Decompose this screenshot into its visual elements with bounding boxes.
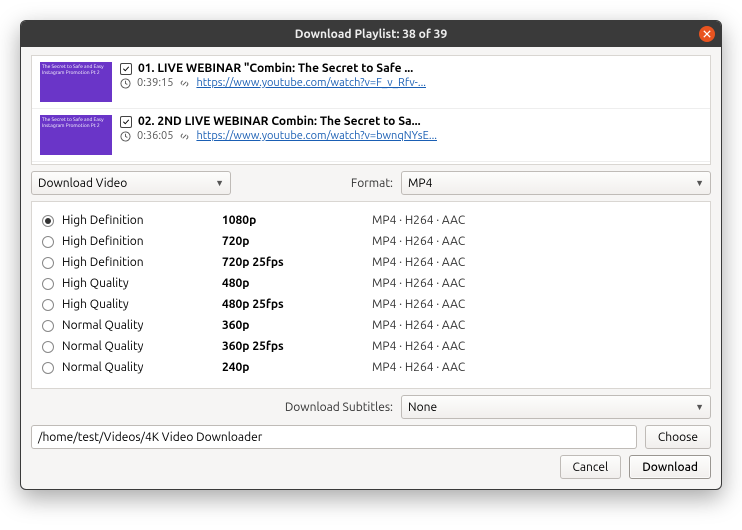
quality-codec: MP4 · H264 · AAC bbox=[372, 319, 700, 332]
subtitles-label: Download Subtitles: bbox=[285, 401, 393, 414]
subtitles-row: Download Subtitles: None ▼ bbox=[31, 395, 711, 419]
radio-icon bbox=[42, 278, 54, 290]
close-icon bbox=[703, 28, 711, 41]
format-select[interactable]: MP4 ▼ bbox=[401, 171, 711, 195]
quality-label: Normal Quality bbox=[62, 361, 143, 374]
choose-button[interactable]: Choose bbox=[645, 425, 711, 449]
destination-row: /home/test/Videos/4K Video Downloader Ch… bbox=[31, 425, 711, 449]
quality-resolution: 1080p bbox=[222, 214, 372, 227]
quality-radio[interactable]: High Definition bbox=[42, 235, 222, 248]
quality-label: High Definition bbox=[62, 214, 144, 227]
window-title: Download Playlist: 38 of 39 bbox=[295, 28, 447, 41]
video-list[interactable]: The Secret to Safe and Easy Instagram Pr… bbox=[31, 55, 711, 165]
video-title: 01. LIVE WEBINAR "Combin: The Secret to … bbox=[138, 62, 413, 75]
quality-radio[interactable]: High Definition bbox=[42, 256, 222, 269]
quality-codec: MP4 · H264 · AAC bbox=[372, 235, 700, 248]
link-icon bbox=[179, 131, 190, 142]
video-title: 02. 2ND LIVE WEBINAR Combin: The Secret … bbox=[138, 115, 421, 128]
video-thumbnail: The Secret to Safe and Easy Instagram Pr… bbox=[40, 115, 112, 155]
choose-button-label: Choose bbox=[658, 431, 698, 444]
link-icon bbox=[179, 78, 190, 89]
quality-option[interactable]: High Definition 720pMP4 · H264 · AAC bbox=[42, 231, 700, 252]
action-format-row: Download Video ▼ Format: MP4 ▼ bbox=[31, 171, 711, 195]
quality-label: High Definition bbox=[62, 235, 144, 248]
quality-label: Normal Quality bbox=[62, 319, 143, 332]
quality-radio[interactable]: High Quality bbox=[42, 298, 222, 311]
quality-codec: MP4 · H264 · AAC bbox=[372, 256, 700, 269]
radio-icon bbox=[42, 362, 54, 374]
video-meta: ✓ 01. LIVE WEBINAR "Combin: The Secret to… bbox=[120, 62, 702, 89]
video-checkbox[interactable]: ✓ bbox=[120, 116, 132, 128]
dialog-body: The Secret to Safe and Easy Instagram Pr… bbox=[21, 47, 721, 489]
clock-icon bbox=[120, 78, 131, 89]
cancel-button-label: Cancel bbox=[573, 461, 609, 474]
quality-label: High Quality bbox=[62, 277, 129, 290]
video-url[interactable]: https://www.youtube.com/watch?v=bwnqNYsE… bbox=[196, 130, 437, 142]
video-thumbnail: The Secret to Safe and Easy Instagram Pr… bbox=[40, 62, 112, 102]
video-checkbox[interactable]: ✓ bbox=[120, 63, 132, 75]
chevron-down-icon: ▼ bbox=[695, 178, 704, 188]
video-duration: 0:39:15 bbox=[137, 77, 173, 89]
chevron-down-icon: ▼ bbox=[695, 402, 704, 412]
quality-label: High Quality bbox=[62, 298, 129, 311]
quality-codec: MP4 · H264 · AAC bbox=[372, 361, 700, 374]
quality-resolution: 240p bbox=[222, 361, 372, 374]
quality-label: High Definition bbox=[62, 256, 144, 269]
quality-option[interactable]: Normal Quality 360p 25fpsMP4 · H264 · AAC bbox=[42, 336, 700, 357]
video-item[interactable]: The Secret to Safe and Easy Instagram Pr… bbox=[32, 109, 710, 162]
quality-option[interactable]: High Definition 1080pMP4 · H264 · AAC bbox=[42, 210, 700, 231]
quality-radio[interactable]: Normal Quality bbox=[42, 361, 222, 374]
radio-icon bbox=[42, 215, 54, 227]
quality-radio[interactable]: Normal Quality bbox=[42, 340, 222, 353]
chevron-down-icon: ▼ bbox=[215, 178, 224, 188]
destination-path-input[interactable]: /home/test/Videos/4K Video Downloader bbox=[31, 425, 637, 449]
quality-option[interactable]: High Quality 480p 25fpsMP4 · H264 · AAC bbox=[42, 294, 700, 315]
video-duration: 0:36:05 bbox=[137, 130, 173, 142]
quality-radio[interactable]: High Quality bbox=[42, 277, 222, 290]
quality-resolution: 360p 25fps bbox=[222, 340, 372, 353]
quality-label: Normal Quality bbox=[62, 340, 143, 353]
download-button-label: Download bbox=[642, 461, 698, 474]
quality-codec: MP4 · H264 · AAC bbox=[372, 298, 700, 311]
quality-codec: MP4 · H264 · AAC bbox=[372, 340, 700, 353]
format-select-value: MP4 bbox=[408, 177, 432, 190]
quality-resolution: 720p 25fps bbox=[222, 256, 372, 269]
radio-icon bbox=[42, 236, 54, 248]
quality-resolution: 480p bbox=[222, 277, 372, 290]
clock-icon bbox=[120, 131, 131, 142]
destination-path-value: /home/test/Videos/4K Video Downloader bbox=[38, 431, 262, 444]
quality-option[interactable]: High Quality 480pMP4 · H264 · AAC bbox=[42, 273, 700, 294]
quality-resolution: 480p 25fps bbox=[222, 298, 372, 311]
radio-icon bbox=[42, 299, 54, 311]
footer-row: Cancel Download bbox=[31, 455, 711, 479]
titlebar: Download Playlist: 38 of 39 bbox=[21, 21, 721, 47]
video-item[interactable]: The Secret to Safe and Easy Instagram Pr… bbox=[32, 56, 710, 109]
quality-codec: MP4 · H264 · AAC bbox=[372, 214, 700, 227]
quality-option[interactable]: Normal Quality 240pMP4 · H264 · AAC bbox=[42, 357, 700, 378]
radio-icon bbox=[42, 341, 54, 353]
subtitles-select[interactable]: None ▼ bbox=[401, 395, 711, 419]
subtitles-select-value: None bbox=[408, 401, 437, 414]
video-meta: ✓ 02. 2ND LIVE WEBINAR Combin: The Secret… bbox=[120, 115, 702, 142]
download-button[interactable]: Download bbox=[629, 455, 711, 479]
quality-resolution: 360p bbox=[222, 319, 372, 332]
quality-option[interactable]: Normal Quality 360pMP4 · H264 · AAC bbox=[42, 315, 700, 336]
action-select-value: Download Video bbox=[38, 177, 127, 190]
video-url[interactable]: https://www.youtube.com/watch?v=F_v_Rfv-… bbox=[196, 77, 426, 89]
download-playlist-dialog: Download Playlist: 38 of 39 The Secret t… bbox=[20, 20, 722, 490]
close-button[interactable] bbox=[699, 26, 715, 42]
quality-resolution: 720p bbox=[222, 235, 372, 248]
cancel-button[interactable]: Cancel bbox=[560, 455, 622, 479]
radio-icon bbox=[42, 320, 54, 332]
quality-radio[interactable]: Normal Quality bbox=[42, 319, 222, 332]
radio-icon bbox=[42, 257, 54, 269]
quality-panel: High Definition1080pMP4 · H264 · AACHigh… bbox=[31, 201, 711, 389]
action-select[interactable]: Download Video ▼ bbox=[31, 171, 231, 195]
quality-option[interactable]: High Definition 720p 25fpsMP4 · H264 · AA… bbox=[42, 252, 700, 273]
format-label: Format: bbox=[351, 177, 393, 190]
quality-codec: MP4 · H264 · AAC bbox=[372, 277, 700, 290]
quality-radio[interactable]: High Definition bbox=[42, 214, 222, 227]
